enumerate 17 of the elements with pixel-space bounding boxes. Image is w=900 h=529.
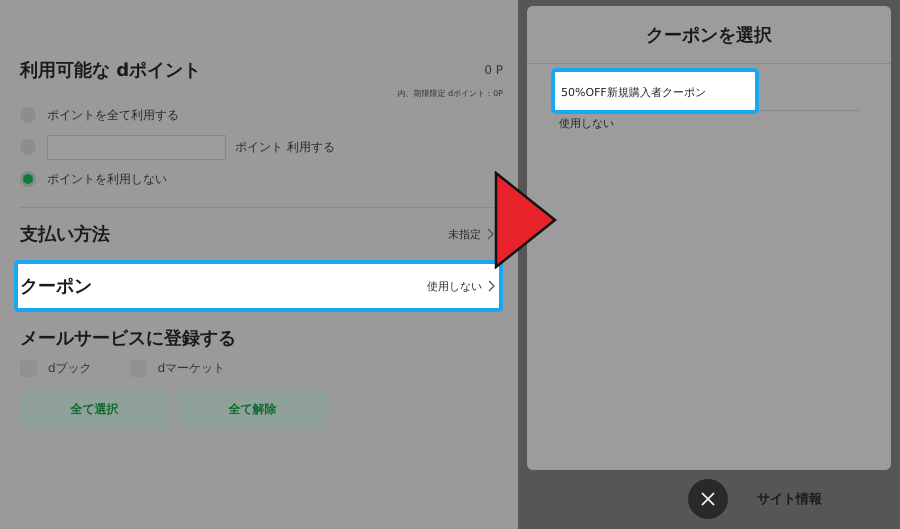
coupon-option[interactable]: 使用しない [555, 111, 618, 136]
coupon-row[interactable]: クーポン 使用しない [14, 260, 503, 312]
points-amount: 0 P [484, 63, 503, 77]
section-title: 利用可能な dポイント [20, 59, 202, 82]
dialog-title: クーポンを選択 [645, 24, 773, 48]
checkbox-label: dマーケット [158, 360, 226, 377]
checkbox-label: dブック [48, 360, 92, 377]
radio-label: ポイント 利用する [235, 138, 335, 156]
payment-value: 未指定 [448, 226, 481, 242]
coupon-option[interactable]: 50%OFF新規購入者クーポン [551, 68, 759, 114]
section-title: メールサービスに登録する [20, 327, 237, 350]
points-note: 内、期限限定 dポイント：0P [396, 88, 503, 99]
radio-label: ポイントを利用しない [47, 170, 167, 188]
coupon-value: 使用しない [427, 278, 482, 294]
section-title: クーポン [20, 275, 92, 298]
section-title: 支払い方法 [20, 223, 110, 246]
radio-label: ポイントを全て利用する [47, 106, 179, 124]
